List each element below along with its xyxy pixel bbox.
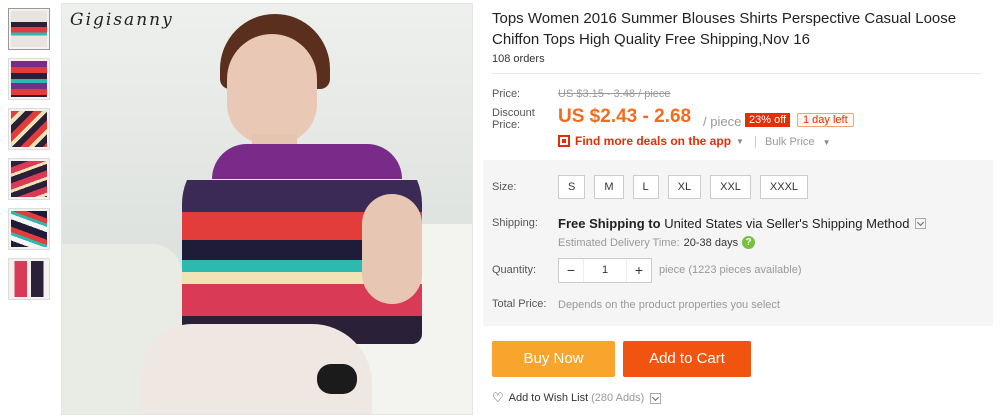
app-deals-link[interactable]: Find more deals on the app ▼: [558, 134, 744, 148]
divider: [755, 136, 756, 148]
size-option-l[interactable]: L: [632, 175, 659, 199]
thumbnail-4[interactable]: [8, 158, 50, 200]
thumbnail-list: [8, 8, 52, 308]
divider: [492, 73, 982, 74]
product-title: Tops Women 2016 Summer Blouses Shirts Pe…: [492, 10, 957, 48]
product-page: Gigisanny Tops Women 2016 Summer Blouses…: [0, 0, 1000, 419]
shipping-free-text: Free Shipping to: [558, 216, 661, 231]
delivery-estimate-value: 20-38 days: [683, 236, 739, 249]
quantity-increase-button[interactable]: +: [627, 259, 651, 282]
product-detail: Tops Women 2016 Summer Blouses Shirts Pe…: [483, 0, 993, 419]
thumbnail-2[interactable]: [8, 58, 50, 100]
price-label: Price:: [492, 88, 521, 100]
wish-list-count: (280 Adds): [591, 392, 645, 404]
total-price-label: Total Price:: [492, 298, 547, 310]
thumbnail-5[interactable]: [8, 208, 50, 250]
size-label: Size:: [492, 181, 517, 193]
quantity-stepper: − 1 +: [558, 258, 652, 283]
stock-availability: piece (1223 pieces available): [659, 264, 802, 276]
caret-down-icon: ▼: [736, 136, 744, 146]
chevron-down-icon[interactable]: [915, 218, 927, 229]
brand-watermark: Gigisanny: [70, 10, 174, 30]
discount-price: US $2.43 - 2.68: [558, 106, 692, 127]
wish-list-label: Add to Wish List: [508, 392, 589, 404]
bulk-price-dropdown[interactable]: Bulk Price ▼: [765, 136, 831, 148]
shipping-destination: United States via Seller's Shipping Meth…: [664, 216, 910, 231]
discount-badge: 23% off: [745, 113, 791, 127]
delivery-estimate-label: Estimated Delivery Time:: [558, 236, 680, 249]
delivery-estimate: Estimated Delivery Time: 20-38 days ?: [558, 236, 756, 249]
discount-price-label: Discount Price:: [492, 107, 535, 131]
app-deals-label: Find more deals on the app: [575, 134, 732, 148]
order-count[interactable]: 108 orders: [492, 53, 545, 65]
model-face: [227, 34, 317, 144]
add-to-cart-button[interactable]: Add to Cart: [623, 341, 751, 377]
help-icon[interactable]: ?: [742, 236, 756, 249]
chevron-down-icon[interactable]: [650, 392, 662, 404]
main-product-image: Gigisanny: [61, 3, 473, 415]
buy-now-button[interactable]: Buy Now: [492, 341, 615, 377]
thumbnail-6[interactable]: [8, 258, 50, 300]
caret-down-icon: ▼: [822, 138, 831, 147]
original-price: US $3.15 - 3.48 / piece: [558, 88, 671, 100]
handbag: [317, 364, 357, 394]
time-left-badge: 1 day left: [797, 113, 854, 127]
bulk-price-label: Bulk Price: [765, 136, 815, 148]
size-option-xl[interactable]: XL: [667, 175, 702, 199]
price-unit: / piece: [703, 114, 742, 129]
quantity-label: Quantity:: [492, 264, 537, 276]
model-arm: [362, 194, 422, 304]
thumbnail-1[interactable]: [8, 8, 50, 50]
blouse-shoulder: [212, 144, 402, 179]
total-price-value: Depends on the product properties you se…: [558, 299, 780, 311]
size-option-m[interactable]: M: [594, 175, 624, 199]
size-option-xxl[interactable]: XXL: [710, 175, 751, 199]
size-options: S M L XL XXL XXXL: [558, 175, 817, 199]
shipping-label: Shipping:: [492, 217, 538, 229]
quantity-decrease-button[interactable]: −: [559, 259, 583, 282]
shipping-method[interactable]: Free Shipping to United States via Selle…: [558, 216, 927, 231]
add-to-wish-list[interactable]: ♡ Add to Wish List (280 Adds): [492, 390, 662, 406]
thumbnail-3[interactable]: [8, 108, 50, 150]
heart-icon: ♡: [492, 390, 504, 405]
size-option-xxxl[interactable]: XXXL: [759, 175, 809, 199]
quantity-input[interactable]: 1: [583, 259, 627, 282]
size-option-s[interactable]: S: [558, 175, 586, 199]
qr-code-icon: [558, 135, 570, 147]
